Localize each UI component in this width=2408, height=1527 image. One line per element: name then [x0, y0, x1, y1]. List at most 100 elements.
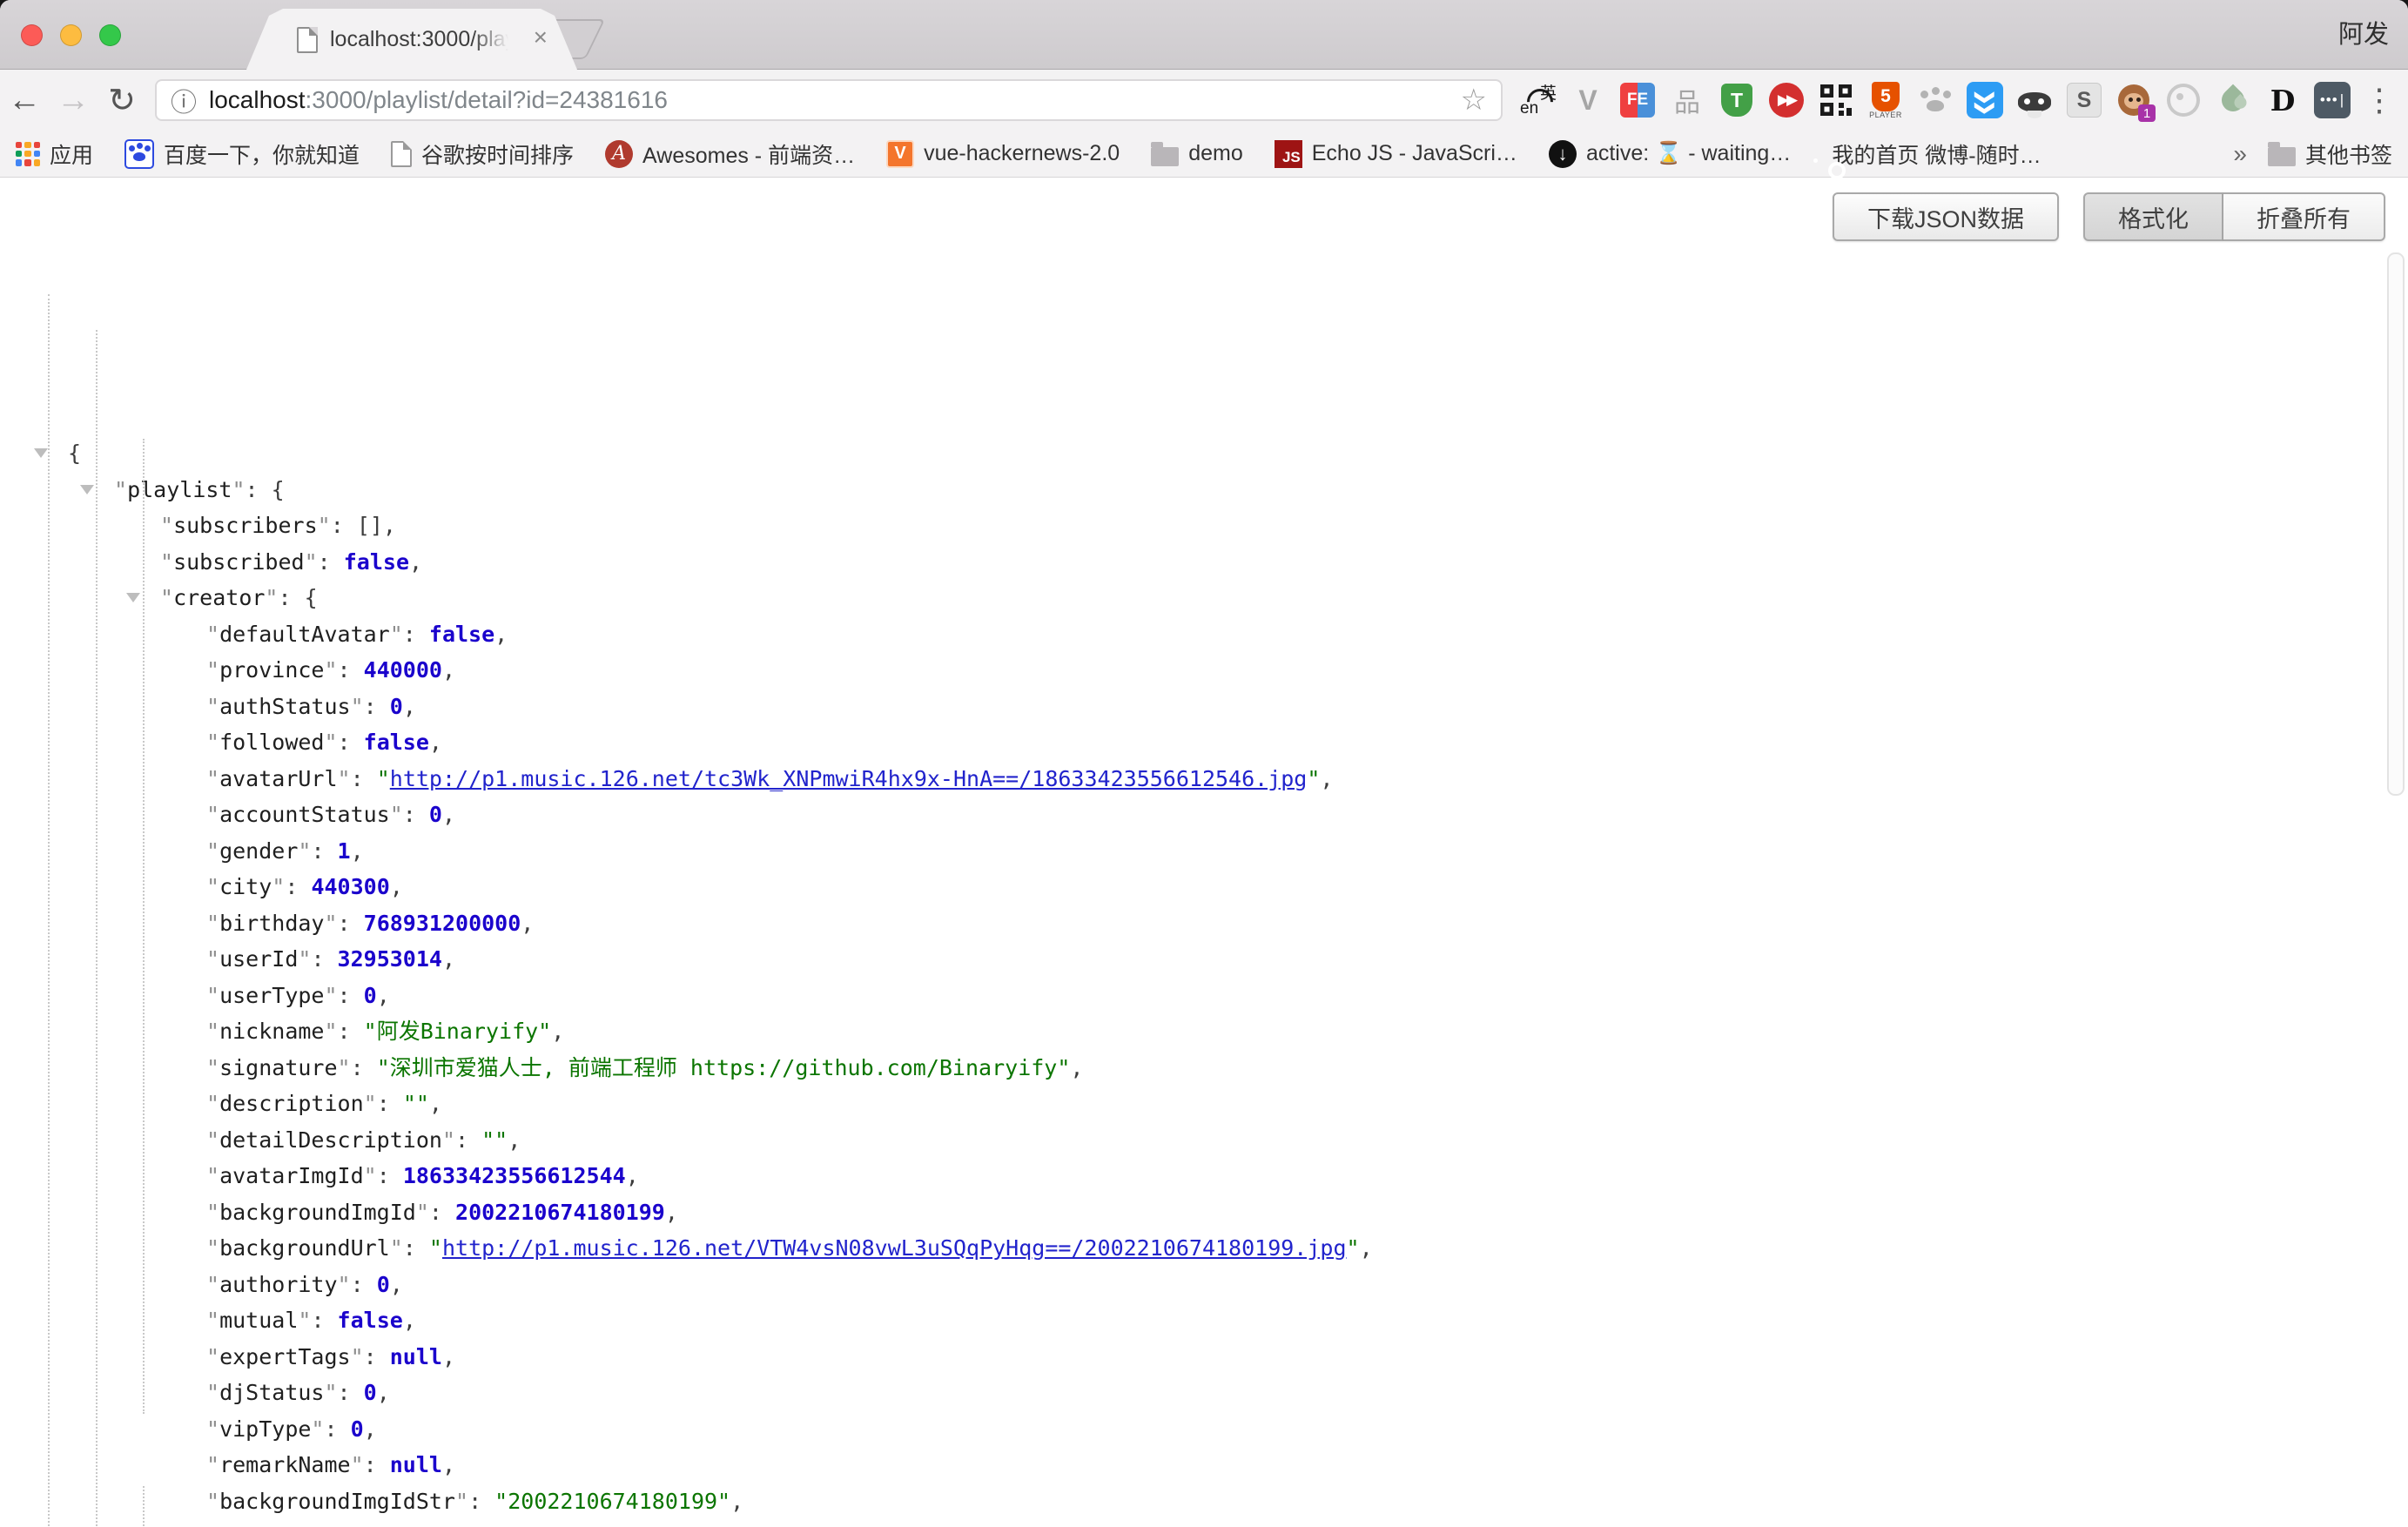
- json-row: "birthday": 768931200000,: [0, 905, 2382, 942]
- info-icon[interactable]: [171, 81, 197, 119]
- bookmarks-overflow-icon[interactable]: »: [2233, 140, 2247, 168]
- json-link[interactable]: http://p1.music.126.net/tc3Wk_XNPmwiR4hx…: [390, 766, 1308, 791]
- forward-icon: [49, 82, 98, 119]
- bookmark-label: 应用: [50, 138, 93, 170]
- bookmark-item[interactable]: 百度一下，你就知道: [124, 138, 360, 170]
- indent-guide: [143, 1486, 145, 1526]
- bookmark-item[interactable]: 应用: [16, 138, 93, 170]
- weibo-gray-icon[interactable]: [2163, 80, 2203, 120]
- bookmark-item[interactable]: 我的首页 微博-随时…: [1822, 138, 2041, 170]
- zoom-window-button[interactable]: [99, 24, 121, 46]
- qrcode-icon[interactable]: [1816, 80, 1856, 120]
- bookmark-label: active: ⌛ - waiting…: [1586, 141, 1791, 166]
- collapse-triangle-icon[interactable]: [126, 593, 140, 602]
- apps-grid-icon: [16, 142, 40, 166]
- json-row: "province": 440000,: [0, 652, 2382, 689]
- browser-window: localhost:3000/playlist/detail? × 阿发 loc…: [0, 0, 2408, 1527]
- collapse-all-button[interactable]: 折叠所有: [2223, 192, 2385, 241]
- json-row: "backgroundImgId": 2002210674180199,: [0, 1194, 2382, 1231]
- other-bookmarks[interactable]: 其他书签: [2268, 138, 2392, 170]
- bookmark-item[interactable]: 谷歌按时间排序: [391, 138, 574, 170]
- vimium-icon[interactable]: V: [1568, 80, 1608, 120]
- download-arrow-icon: ↓: [1549, 140, 1577, 168]
- stylish-icon[interactable]: S: [2064, 80, 2104, 120]
- indent-guide: [96, 330, 98, 1526]
- scrollbar-thumb[interactable]: [2387, 252, 2405, 796]
- tab-strip: localhost:3000/playlist/detail? × 阿发: [0, 0, 2408, 70]
- json-row: "backgroundUrl": "http://p1.music.126.ne…: [0, 1230, 2382, 1267]
- folder-icon: [1151, 142, 1179, 166]
- baidu-paw-icon: [124, 139, 154, 169]
- bookmark-item[interactable]: ↓ active: ⌛ - waiting…: [1549, 140, 1791, 168]
- address-bar[interactable]: localhost:3000/playlist/detail?id=243816…: [155, 79, 1503, 121]
- bookmark-star-icon[interactable]: [1461, 83, 1487, 118]
- bookmark-label: vue-hackernews-2.0: [924, 141, 1120, 166]
- json-row: "description": "",: [0, 1086, 2382, 1122]
- bookmark-label: 我的首页 微博-随时…: [1832, 138, 2041, 170]
- bookmark-item[interactable]: Vvue-hackernews-2.0: [886, 140, 1120, 168]
- profile-name[interactable]: 阿发: [2338, 14, 2389, 50]
- tab-title: localhost:3000/playlist/detail?: [330, 9, 508, 70]
- format-button[interactable]: 格式化: [2083, 192, 2223, 241]
- json-row: "avatarImgId": 18633423556612544,: [0, 1158, 2382, 1194]
- collapse-triangle-icon[interactable]: [34, 448, 48, 458]
- reload-icon[interactable]: [98, 81, 146, 120]
- indent-guide: [48, 294, 50, 1526]
- mask-icon[interactable]: [2015, 80, 2055, 120]
- download-json-button[interactable]: 下载JSON数据: [1833, 192, 2059, 241]
- darkreader-icon[interactable]: D: [2263, 80, 2303, 120]
- json-row: "nickname": "阿发Binaryify",: [0, 1013, 2382, 1050]
- url-host: localhost: [209, 86, 306, 113]
- bookmarks-right: » 其他书签: [2233, 138, 2392, 170]
- json-row: "avatarImgIdStr": "18633423556612546",: [0, 1519, 2382, 1526]
- json-row: "authority": 0,: [0, 1267, 2382, 1303]
- active-tab[interactable]: localhost:3000/playlist/detail? ×: [246, 9, 577, 70]
- browser-toolbar: localhost:3000/playlist/detail?id=243816…: [0, 70, 2408, 131]
- page-favicon-icon: [297, 27, 318, 53]
- json-row: "subscribers": [],: [0, 508, 2382, 544]
- bookmark-label: demo: [1188, 141, 1243, 166]
- html5-player-icon[interactable]: 5PLAYER: [1866, 80, 1906, 120]
- bookmark-item[interactable]: JSEcho JS - JavaScri…: [1275, 140, 1517, 168]
- json-row: "creator": {: [0, 580, 2382, 616]
- json-row: "vipType": 0,: [0, 1411, 2382, 1448]
- bird-icon[interactable]: [2213, 80, 2253, 120]
- json-row: "djStatus": 0,: [0, 1375, 2382, 1411]
- page-content: 下载JSON数据 格式化 折叠所有 {"playlist": {"subscri…: [0, 178, 2408, 1526]
- json-row: "city": 440300,: [0, 869, 2382, 905]
- bookmark-item[interactable]: demo: [1151, 141, 1243, 166]
- collapse-triangle-icon[interactable]: [80, 485, 94, 494]
- json-row: "backgroundImgIdStr": "2002210674180199"…: [0, 1483, 2382, 1520]
- shield-t-icon[interactable]: T: [1717, 80, 1757, 120]
- url-path: :3000/playlist/detail?id=24381616: [306, 86, 668, 113]
- sitemap-icon[interactable]: 品: [1667, 80, 1707, 120]
- bookmark-label: Echo JS - JavaScri…: [1312, 141, 1517, 166]
- extensions-row: 英enVFE品T▶▶ 5PLAYER ❯❯ S1 D•••|: [1518, 80, 2352, 120]
- bookmarks-bar: 应用百度一下，你就知道谷歌按时间排序 AAwesomes - 前端资… Vvue-h…: [0, 131, 2408, 178]
- document-icon: [391, 141, 412, 167]
- indent-guide: [143, 439, 145, 1414]
- minimize-window-button[interactable]: [60, 24, 82, 46]
- monkey-icon[interactable]: 1: [2114, 80, 2154, 120]
- json-row: "gender": 1,: [0, 833, 2382, 870]
- url-text: localhost:3000/playlist/detail?id=243816…: [209, 86, 668, 114]
- bookmark-item[interactable]: AAwesomes - 前端资…: [605, 138, 855, 170]
- json-row: "playlist": {: [0, 472, 2382, 508]
- tab-close-icon[interactable]: ×: [534, 9, 548, 70]
- translate-icon[interactable]: 英en: [1518, 80, 1558, 120]
- chrome-menu-icon[interactable]: [2358, 82, 2401, 118]
- fe-icon[interactable]: FE: [1618, 80, 1658, 120]
- back-icon[interactable]: [0, 82, 49, 119]
- blue-download-icon[interactable]: ❯❯: [1965, 80, 2005, 120]
- paw-icon[interactable]: [1915, 80, 1955, 120]
- json-row: {: [0, 435, 2382, 472]
- json-link[interactable]: http://p1.music.126.net/VTW4vsN08vwL3uSQ…: [442, 1235, 1347, 1261]
- json-row: "defaultAvatar": false,: [0, 616, 2382, 653]
- toolbox-icon[interactable]: •••|: [2312, 80, 2352, 120]
- video-speed-icon[interactable]: ▶▶: [1766, 80, 1806, 120]
- json-row: "authStatus": 0,: [0, 689, 2382, 725]
- json-row: "accountStatus": 0,: [0, 797, 2382, 833]
- close-window-button[interactable]: [21, 24, 43, 46]
- json-row: "subscribed": false,: [0, 544, 2382, 581]
- json-row: "avatarUrl": "http://p1.music.126.net/tc…: [0, 761, 2382, 797]
